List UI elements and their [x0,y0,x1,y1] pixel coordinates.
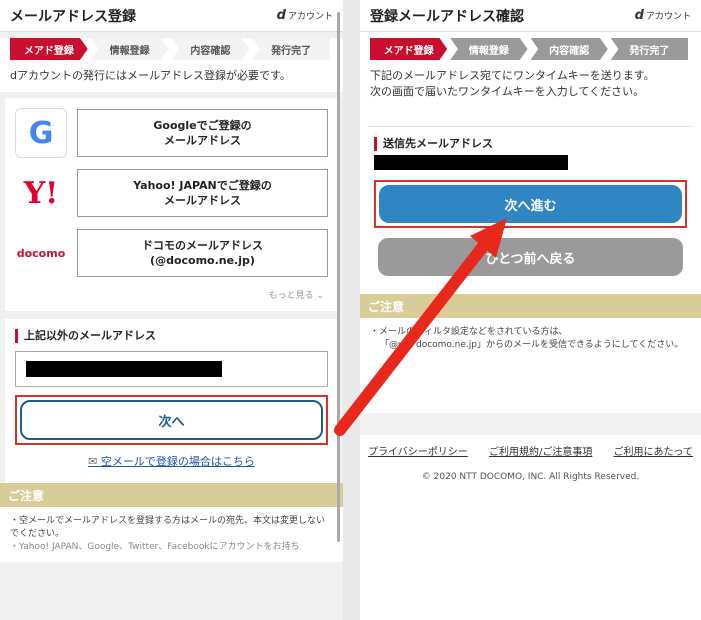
provider-list: G Googleでご登録の メールアドレス Y! Yahoo! JAPANでご登録… [5,98,338,311]
copyright: © 2020 NTT DOCOMO, INC. All Rights Reser… [421,472,640,482]
masked-email-value [26,361,222,377]
highlight-next-button: 次へ [15,395,328,445]
chevron-down-icon: ⌄ [316,291,324,301]
sent-email-section: 送信先メールアドレス 次へ進む ひとつ前へ戻る [368,126,693,286]
step-complete: 発行完了 [252,38,330,60]
other-email-title: 上記以外のメールアドレス [15,329,328,343]
google-button-line2: メールアドレス [164,134,241,147]
footer-links: プライバシーポリシー ご利用規約/ご注意事項 ご利用にあたって [360,435,701,458]
provider-docomo: docomo ドコモのメールアドレス (@docomo.ne.jp) [15,228,328,278]
progress-steps: メアド登録 情報登録 内容確認 発行完了 [10,38,333,60]
d-logo-mark: d [276,8,286,23]
notice-bar-right: ご注意 [360,294,701,318]
back-button[interactable]: ひとつ前へ戻る [378,238,683,276]
d-logo-text: アカウント [287,12,333,22]
notice-text: ・空メールでメールアドレスを登録する方はメールの宛先、本文は変更しないでください… [0,507,343,562]
show-more-link[interactable]: もっと見る ⌄ [15,288,328,305]
page-title: メールアドレス登録 [10,8,136,25]
provider-google: G Googleでご登録の メールアドレス [15,108,328,158]
spacer [360,413,701,435]
docomo-button-line2: (@docomo.ne.jp) [150,254,255,267]
left-panel-email-registration: メールアドレス登録 d アカウント メアド登録 情報登録 内容確認 発行完了 d… [0,0,343,620]
show-more-label: もっと見る [268,291,314,301]
d-account-logo: d アカウント [277,8,333,23]
notice-text-right: ・メールのフィルタ設定などをされている方は、 「@w... docomo.ne.… [360,318,701,413]
step-email-right: メアド登録 [370,38,448,60]
google-button-line1: Googleでご登録の [153,119,252,132]
step-email: メアド登録 [10,38,88,60]
google-logo: G [15,108,67,158]
step-info: 情報登録 [90,38,169,60]
docomo-email-button[interactable]: ドコモのメールアドレス (@docomo.ne.jp) [77,229,328,277]
notice-bar: ご注意 [0,483,343,507]
other-email-section: 上記以外のメールアドレス 次へ ✉ 空メールで登録の場合はこちら [5,319,338,483]
usage-link[interactable]: ご利用にあたって [614,443,694,458]
notice-line-1: ・空メールでメールアドレスを登録する方はメールの宛先、本文は変更しないでください… [10,516,326,539]
step-confirm: 内容確認 [171,38,250,60]
d-account-logo-right: d アカウント [635,8,691,23]
step-info-right: 情報登録 [450,38,528,60]
intro-text: dアカウントの発行にはメールアドレス登録が必要です。 [0,62,343,92]
empty-mail-label: 空メールで登録の場合はこちら [100,455,255,468]
confirm-intro: 下記のメールアドレス宛てにワンタイムキーを送ります。 次の画面で届いたワンタイム… [360,60,701,108]
d-logo-text-right: アカウント [645,12,691,22]
confirm-title: 登録メールアドレス確認 [370,8,524,25]
yahoo-button-line2: メールアドレス [164,194,241,207]
mail-icon: ✉ [88,455,98,468]
privacy-link[interactable]: プライバシーポリシー [368,443,468,458]
right-panel-email-confirm: 登録メールアドレス確認 d アカウント メアド登録 情報登録 内容確認 発行完了… [360,0,701,620]
step-complete-right: 発行完了 [610,38,688,60]
email-input[interactable] [15,351,328,387]
progress-steps-right: メアド登録 情報登録 内容確認 発行完了 [370,38,691,60]
notice-right-line1: ・メールのフィルタ設定などをされている方は、 [370,327,568,337]
yahoo-email-button[interactable]: Yahoo! JAPANでご登録の メールアドレス [77,169,328,217]
step-confirm-right: 内容確認 [530,38,608,60]
screenshot-stage: メールアドレス登録 d アカウント メアド登録 情報登録 内容確認 発行完了 d… [0,0,701,620]
notice-right-line2: 「@w... docomo.ne.jp」からのメールを受信できるようにしてくださ… [380,340,684,350]
masked-sent-email [374,155,568,170]
docomo-logo: docomo [16,246,66,260]
proceed-button[interactable]: 次へ進む [379,185,682,223]
yahoo-button-line1: Yahoo! JAPANでご登録の [133,179,272,192]
empty-mail-link[interactable]: ✉ 空メールで登録の場合はこちら [15,453,328,469]
provider-yahoo: Y! Yahoo! JAPANでご登録の メールアドレス [15,168,328,218]
sent-email-title: 送信先メールアドレス [374,137,687,151]
left-progress-wrap: メアド登録 情報登録 内容確認 発行完了 [0,38,343,62]
docomo-button-line1: ドコモのメールアドレス [142,239,263,252]
scrollbar[interactable] [337,12,340,542]
confirm-intro-line1: 下記のメールアドレス宛てにワンタイムキーを送ります。 [370,69,655,82]
terms-link[interactable]: ご利用規約/ご注意事項 [489,443,592,458]
highlight-proceed-button: 次へ進む [374,180,687,228]
google-email-button[interactable]: Googleでご登録の メールアドレス [77,109,328,157]
confirm-intro-line2: 次の画面で届いたワンタイムキーを入力してください。 [370,85,645,98]
yahoo-logo: Y! [23,175,59,211]
notice-line-2: ・Yahoo! JAPAN、Google、Twitter、Facebookにアカ… [10,542,300,552]
d-logo-mark-right: d [634,8,644,23]
next-button[interactable]: 次へ [20,400,323,440]
left-header: メールアドレス登録 d アカウント [0,0,343,32]
right-header: 登録メールアドレス確認 d アカウント [360,0,701,32]
